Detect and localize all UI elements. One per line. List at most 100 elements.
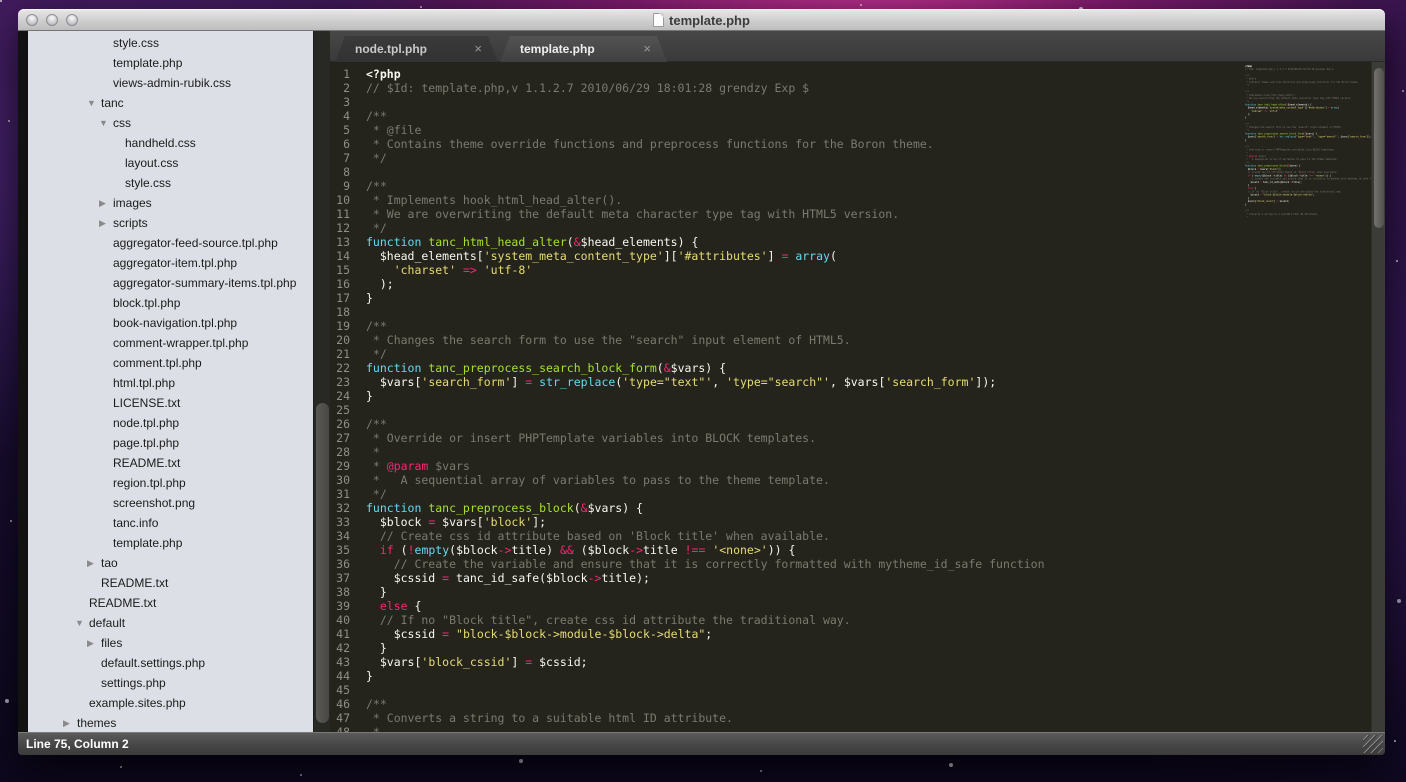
code-line[interactable]: 25 <box>330 403 1243 417</box>
tab-node-tpl-php[interactable]: node.tpl.php × <box>335 36 498 62</box>
code-line[interactable]: 10 * Implements hook_html_head_alter(). <box>330 193 1243 207</box>
chevron-right-icon[interactable]: ▶ <box>87 633 101 653</box>
tree-item[interactable]: ▶tao <box>28 553 313 573</box>
tree-item[interactable]: comment.tpl.php <box>28 353 313 373</box>
tree-item[interactable]: README.txt <box>28 573 313 593</box>
code-line[interactable]: 23 $vars['search_form'] = str_replace('t… <box>330 375 1243 389</box>
code-line[interactable]: 48 * <box>330 725 1243 732</box>
editor-scrollbar[interactable] <box>1371 62 1385 732</box>
code-line[interactable]: 42 } <box>330 641 1243 655</box>
code-line[interactable]: 11 * We are overwriting the default meta… <box>330 207 1243 221</box>
tree-item[interactable]: style.css <box>28 173 313 193</box>
code-line[interactable]: 44} <box>330 669 1243 683</box>
code-line[interactable]: 33 $block = $vars['block']; <box>330 515 1243 529</box>
code-line[interactable]: 20 * Changes the search form to use the … <box>330 333 1243 347</box>
code-line[interactable]: 18 <box>330 305 1243 319</box>
chevron-right-icon[interactable]: ▶ <box>87 553 101 573</box>
tree-item[interactable]: page.tpl.php <box>28 433 313 453</box>
editor-scrollbar-thumb[interactable] <box>1374 68 1384 228</box>
code-line[interactable]: 1<?php <box>330 67 1243 81</box>
code-line[interactable]: 7 */ <box>330 151 1243 165</box>
tree-item[interactable]: node.tpl.php <box>28 413 313 433</box>
code-line[interactable]: 9/** <box>330 179 1243 193</box>
tree-item[interactable]: style.css <box>28 33 313 53</box>
code-line[interactable]: 45 <box>330 683 1243 697</box>
code-line[interactable]: 32function tanc_preprocess_block(&$vars)… <box>330 501 1243 515</box>
tree-item[interactable]: block.tpl.php <box>28 293 313 313</box>
code-line[interactable]: 28 * <box>330 445 1243 459</box>
code-line[interactable]: 17} <box>330 291 1243 305</box>
file-tree[interactable]: style.csstemplate.phpviews-admin-rubik.c… <box>28 31 313 732</box>
tree-item[interactable]: aggregator-summary-items.tpl.php <box>28 273 313 293</box>
code-line[interactable]: 12 */ <box>330 221 1243 235</box>
tree-item[interactable]: aggregator-item.tpl.php <box>28 253 313 273</box>
tree-item[interactable]: region.tpl.php <box>28 473 313 493</box>
code-line[interactable]: 8 <box>330 165 1243 179</box>
tree-item[interactable]: LICENSE.txt <box>28 393 313 413</box>
code-line[interactable]: 2// $Id: template.php,v 1.1.2.7 2010/06/… <box>330 81 1243 95</box>
tab-close-icon[interactable]: × <box>474 36 482 62</box>
resize-grip[interactable] <box>1363 735 1383 753</box>
tree-item[interactable]: book-navigation.tpl.php <box>28 313 313 333</box>
code-line[interactable]: 36 // Create the variable and ensure tha… <box>330 557 1243 571</box>
code-line[interactable]: 3 <box>330 95 1243 109</box>
tab-close-icon[interactable]: × <box>643 36 651 62</box>
tree-item[interactable]: README.txt <box>28 453 313 473</box>
code-line[interactable]: 19/** <box>330 319 1243 333</box>
code-line[interactable]: 43 $vars['block_cssid'] = $cssid; <box>330 655 1243 669</box>
code-line[interactable]: 29 * @param $vars <box>330 459 1243 473</box>
tree-item[interactable]: screenshot.png <box>28 493 313 513</box>
code-line[interactable]: 13function tanc_html_head_alter(&$head_e… <box>330 235 1243 249</box>
code-line[interactable]: 38 } <box>330 585 1243 599</box>
code-line[interactable]: 16 ); <box>330 277 1243 291</box>
code-line[interactable]: 21 */ <box>330 347 1243 361</box>
tree-item[interactable]: template.php <box>28 533 313 553</box>
title-bar[interactable]: template.php <box>18 9 1385 31</box>
tree-item[interactable]: html.tpl.php <box>28 373 313 393</box>
tree-item[interactable]: ▼default <box>28 613 313 633</box>
chevron-down-icon[interactable]: ▼ <box>75 613 89 633</box>
tree-item[interactable]: tanc.info <box>28 513 313 533</box>
code-line[interactable]: 39 else { <box>330 599 1243 613</box>
code-line[interactable]: 26/** <box>330 417 1243 431</box>
code-line[interactable]: 5 * @file <box>330 123 1243 137</box>
tree-item[interactable]: README.txt <box>28 593 313 613</box>
code-line[interactable]: 40 // If no "Block title", create css id… <box>330 613 1243 627</box>
chevron-right-icon[interactable]: ▶ <box>99 193 113 213</box>
tree-item[interactable]: settings.php <box>28 673 313 693</box>
tree-item[interactable]: default.settings.php <box>28 653 313 673</box>
chevron-down-icon[interactable]: ▼ <box>87 93 101 113</box>
code-line[interactable]: 35 if (!empty($block->title) && ($block-… <box>330 543 1243 557</box>
code-line[interactable]: 31 */ <box>330 487 1243 501</box>
tab-template-php[interactable]: template.php × <box>500 36 667 62</box>
sidebar-scrollbar[interactable] <box>313 31 330 732</box>
tree-item[interactable]: template.php <box>28 53 313 73</box>
code-line[interactable]: 30 * A sequential array of variables to … <box>330 473 1243 487</box>
code-line[interactable]: 41 $cssid = "block-$block->module-$block… <box>330 627 1243 641</box>
tree-item[interactable]: aggregator-feed-source.tpl.php <box>28 233 313 253</box>
code-line[interactable]: 37 $cssid = tanc_id_safe($block->title); <box>330 571 1243 585</box>
code-line[interactable]: 46/** <box>330 697 1243 711</box>
tree-item[interactable]: ▼tanc <box>28 93 313 113</box>
code-line[interactable]: 34 // Create css id attribute based on '… <box>330 529 1243 543</box>
tree-item[interactable]: views-admin-rubik.css <box>28 73 313 93</box>
minimap[interactable]: <?php// $Id: template.php,v 1.1.2.7 2010… <box>1243 62 1371 732</box>
tree-item[interactable]: example.sites.php <box>28 693 313 713</box>
tree-item[interactable]: ▶scripts <box>28 213 313 233</box>
code-line[interactable]: 22function tanc_preprocess_search_block_… <box>330 361 1243 375</box>
chevron-right-icon[interactable]: ▶ <box>99 213 113 233</box>
code-lines[interactable]: 1<?php2// $Id: template.php,v 1.1.2.7 20… <box>330 62 1243 732</box>
tree-item[interactable]: ▼css <box>28 113 313 133</box>
code-line[interactable]: 47 * Converts a string to a suitable htm… <box>330 711 1243 725</box>
tree-item[interactable]: comment-wrapper.tpl.php <box>28 333 313 353</box>
code-line[interactable]: 4/** <box>330 109 1243 123</box>
code-line[interactable]: 24} <box>330 389 1243 403</box>
chevron-down-icon[interactable]: ▼ <box>99 113 113 133</box>
tree-item[interactable]: ▶images <box>28 193 313 213</box>
chevron-right-icon[interactable]: ▶ <box>63 713 77 732</box>
tree-item[interactable]: handheld.css <box>28 133 313 153</box>
code-line[interactable]: 27 * Override or insert PHPTemplate vari… <box>330 431 1243 445</box>
code-line[interactable]: 6 * Contains theme override functions an… <box>330 137 1243 151</box>
tree-item[interactable]: ▶files <box>28 633 313 653</box>
sidebar-scrollbar-thumb[interactable] <box>316 403 329 723</box>
